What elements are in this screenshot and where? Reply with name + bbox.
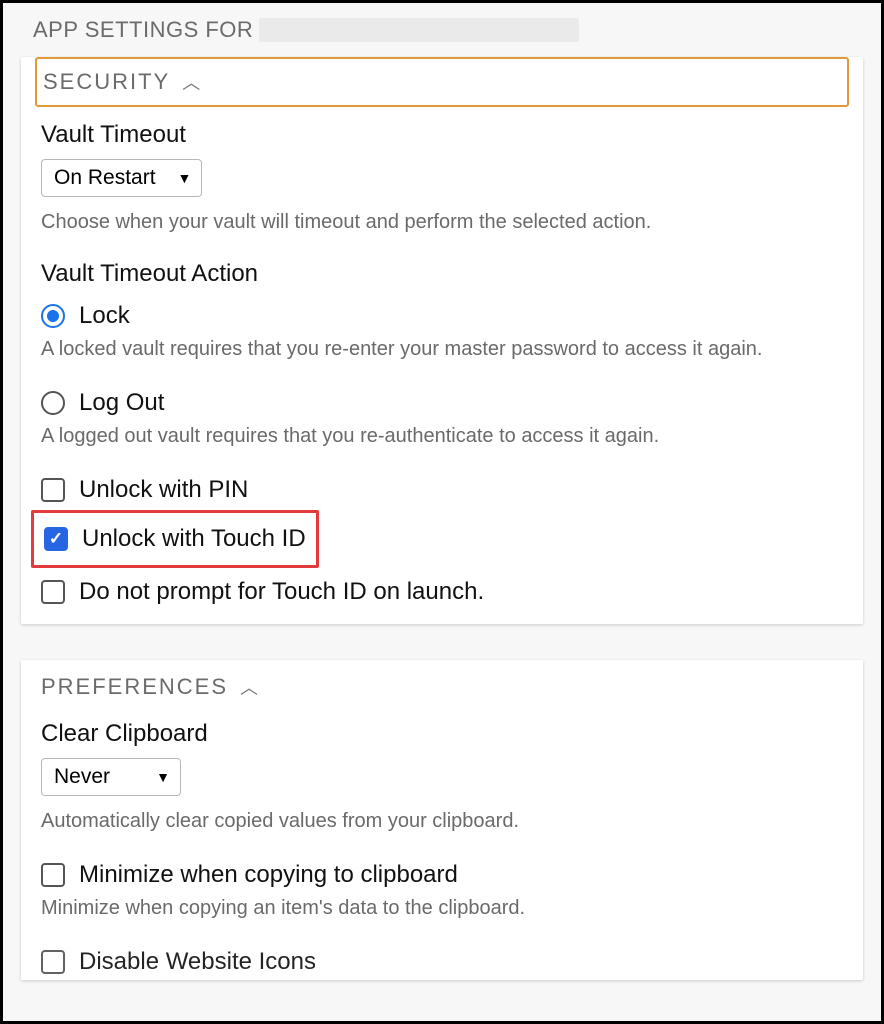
security-section-header[interactable]: SECURITY ︿ <box>35 57 849 107</box>
chevron-down-icon: ▼ <box>178 170 192 186</box>
minimize-copy-helper: Minimize when copying an item's data to … <box>21 893 863 940</box>
page-title: APP SETTINGS FOR <box>3 3 881 53</box>
account-identifier-redacted <box>259 18 579 42</box>
checkbox-unchecked-icon <box>41 580 65 604</box>
checkbox-unchecked-icon <box>41 863 65 887</box>
checkbox-checked-icon: ✓ <box>44 527 68 551</box>
unlock-touch-id-label: Unlock with Touch ID <box>82 525 306 553</box>
logout-radio-label: Log Out <box>79 389 164 417</box>
clear-clipboard-value: Never <box>54 765 110 789</box>
chevron-up-icon: ︿ <box>240 674 260 700</box>
disable-icons-checkbox[interactable]: Disable Website Icons <box>21 940 863 980</box>
minimize-copy-checkbox[interactable]: Minimize when copying to clipboard <box>21 853 863 893</box>
unlock-pin-label: Unlock with PIN <box>79 476 248 504</box>
lock-radio-label: Lock <box>79 302 130 330</box>
vault-timeout-select[interactable]: On Restart ▼ <box>41 159 202 197</box>
settings-window: APP SETTINGS FOR SECURITY ︿ Vault Timeou… <box>0 0 884 1024</box>
clear-clipboard-helper: Automatically clear copied values from y… <box>21 806 863 853</box>
checkbox-unchecked-icon <box>41 950 65 974</box>
unlock-touch-id-checkbox[interactable]: ✓ Unlock with Touch ID <box>31 510 319 568</box>
security-card: SECURITY ︿ Vault Timeout On Restart ▼ Ch… <box>21 57 863 624</box>
no-prompt-touch-label: Do not prompt for Touch ID on launch. <box>79 578 484 606</box>
vault-timeout-value: On Restart <box>54 166 156 190</box>
unlock-pin-checkbox[interactable]: Unlock with PIN <box>21 468 863 508</box>
no-prompt-touch-checkbox[interactable]: Do not prompt for Touch ID on launch. <box>21 570 863 624</box>
checkbox-unchecked-icon <box>41 478 65 502</box>
clear-clipboard-title: Clear Clipboard <box>21 714 863 754</box>
logout-helper: A logged out vault requires that you re-… <box>21 421 863 468</box>
radio-selected-icon <box>41 304 65 328</box>
security-heading-text: SECURITY <box>43 69 170 95</box>
lock-radio[interactable]: Lock <box>21 294 863 334</box>
vault-timeout-action-title: Vault Timeout Action <box>21 254 863 294</box>
logout-radio[interactable]: Log Out <box>21 381 863 421</box>
vault-timeout-title: Vault Timeout <box>21 115 863 155</box>
clear-clipboard-select[interactable]: Never ▼ <box>41 758 181 796</box>
chevron-down-icon: ▼ <box>156 769 170 785</box>
minimize-copy-label: Minimize when copying to clipboard <box>79 861 458 889</box>
preferences-section-header[interactable]: PREFERENCES ︿ <box>37 660 847 714</box>
lock-helper: A locked vault requires that you re-ente… <box>21 334 863 381</box>
preferences-heading-text: PREFERENCES <box>41 674 228 700</box>
chevron-up-icon: ︿ <box>182 69 202 95</box>
disable-icons-label: Disable Website Icons <box>79 948 316 976</box>
preferences-card: PREFERENCES ︿ Clear Clipboard Never ▼ Au… <box>21 660 863 980</box>
radio-unselected-icon <box>41 391 65 415</box>
page-title-prefix: APP SETTINGS FOR <box>33 17 253 43</box>
vault-timeout-helper: Choose when your vault will timeout and … <box>21 207 863 254</box>
